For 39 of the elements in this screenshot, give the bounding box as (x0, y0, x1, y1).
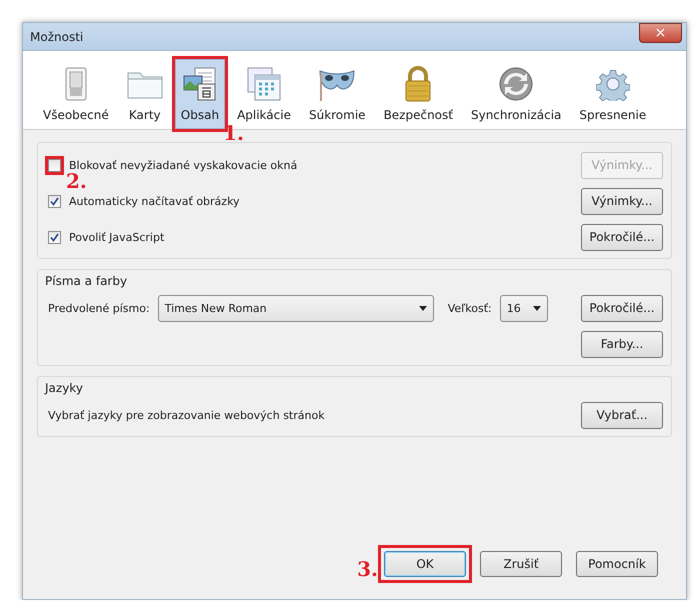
toolbar-tab[interactable]: Spresnenie (573, 59, 652, 129)
window-title: Možnosti (30, 30, 84, 44)
documents-icon (182, 67, 217, 101)
dialog-button[interactable]: Pokročilé... (581, 224, 663, 250)
dialog-button[interactable]: Výnimky... (581, 188, 663, 214)
description-text: Vybrať jazyky pre zobrazovanie webových stránok (48, 408, 326, 422)
toolbar-tab[interactable]: Bezpečnosť (378, 59, 459, 129)
font-dropdown[interactable]: Times New Roman (158, 294, 434, 322)
dialog-button[interactable]: OK (384, 551, 466, 577)
field-label: Veľkosť: (448, 302, 492, 314)
caret-icon (532, 306, 541, 310)
gear-icon (596, 67, 630, 101)
calendar-icon (247, 67, 282, 101)
padlock-icon (404, 66, 432, 102)
checkbox[interactable] (48, 230, 61, 244)
group-title: Písma a farby (45, 274, 128, 288)
step-number: 3. (357, 559, 378, 579)
size-dropdown[interactable]: 16 (500, 294, 548, 322)
dialog-button[interactable]: Pomocník (576, 551, 658, 577)
checkbox-label[interactable]: Povoliť JavaScript (69, 230, 573, 244)
dialog-button[interactable]: Pokročilé... (581, 294, 663, 322)
caret-icon (418, 306, 427, 310)
checkbox-label[interactable]: Blokovať nevyžiadané vyskakovacie okná (69, 158, 573, 172)
toolbar-tab[interactable]: Karty (120, 59, 169, 129)
checkbox[interactable] (48, 194, 61, 208)
dialog-button[interactable]: Zrušiť (480, 551, 562, 577)
sync-icon (499, 67, 534, 101)
field-label: Predvolené písmo: (48, 302, 150, 314)
checkbox-label[interactable]: Automaticky načítavať obrázky (69, 194, 573, 208)
toolbar-tab[interactable]: Obsah (174, 59, 226, 129)
step-number: 2. (66, 170, 87, 190)
dialog-button[interactable]: Vybrať... (581, 402, 663, 428)
dialog-button[interactable]: Farby... (581, 330, 663, 358)
checkbox[interactable] (48, 158, 61, 172)
toolbar-tab[interactable]: Súkromie (302, 59, 372, 129)
switch-icon (64, 67, 87, 101)
group-title: Jazyky (45, 381, 84, 395)
toolbar-tab[interactable]: Všeobecné (37, 59, 115, 129)
toolbar-tab[interactable]: Synchronizácia (464, 59, 568, 129)
